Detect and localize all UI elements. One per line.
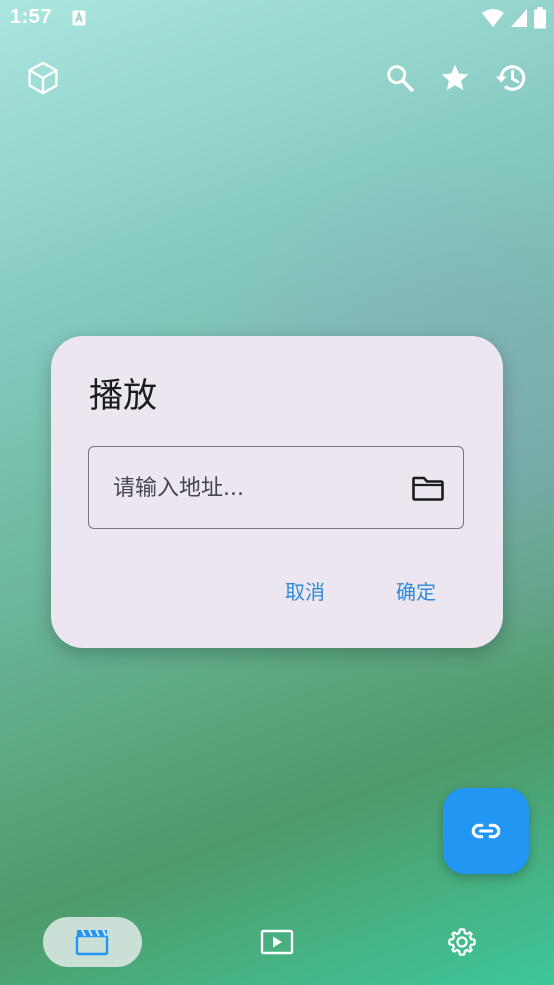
nav-item-player[interactable] xyxy=(252,917,302,967)
cancel-button[interactable]: 取消 xyxy=(285,576,325,605)
wifi-icon xyxy=(482,9,504,27)
status-time: 1:57 xyxy=(10,6,53,28)
battery-icon xyxy=(534,7,546,29)
search-icon xyxy=(387,65,414,92)
star-icon xyxy=(441,64,469,91)
favorites-button[interactable] xyxy=(435,58,475,98)
notification-a-icon xyxy=(72,10,86,26)
nav-item-movies[interactable] xyxy=(67,917,117,967)
cube-icon xyxy=(28,61,58,95)
status-icons xyxy=(482,7,546,29)
settings-gear-icon xyxy=(448,928,476,956)
signal-icon xyxy=(511,9,527,27)
link-icon xyxy=(471,823,501,839)
dialog-title: 播放 xyxy=(89,376,157,416)
play-dialog: 播放 取消 确定 xyxy=(51,336,503,648)
status-bar: 1:57 xyxy=(0,0,554,38)
history-icon xyxy=(496,65,526,91)
browse-folder-button[interactable] xyxy=(411,473,445,503)
history-button[interactable] xyxy=(491,58,531,98)
address-field[interactable] xyxy=(88,446,464,529)
link-fab-button[interactable] xyxy=(443,788,529,874)
play-video-icon xyxy=(260,929,294,955)
search-button[interactable] xyxy=(380,58,420,98)
address-input[interactable] xyxy=(111,469,405,507)
folder-icon xyxy=(412,476,444,501)
nav-item-settings[interactable] xyxy=(437,917,487,967)
movie-clapper-icon xyxy=(75,929,109,956)
app-cube-button[interactable] xyxy=(23,58,63,98)
confirm-button[interactable]: 确定 xyxy=(396,576,436,605)
